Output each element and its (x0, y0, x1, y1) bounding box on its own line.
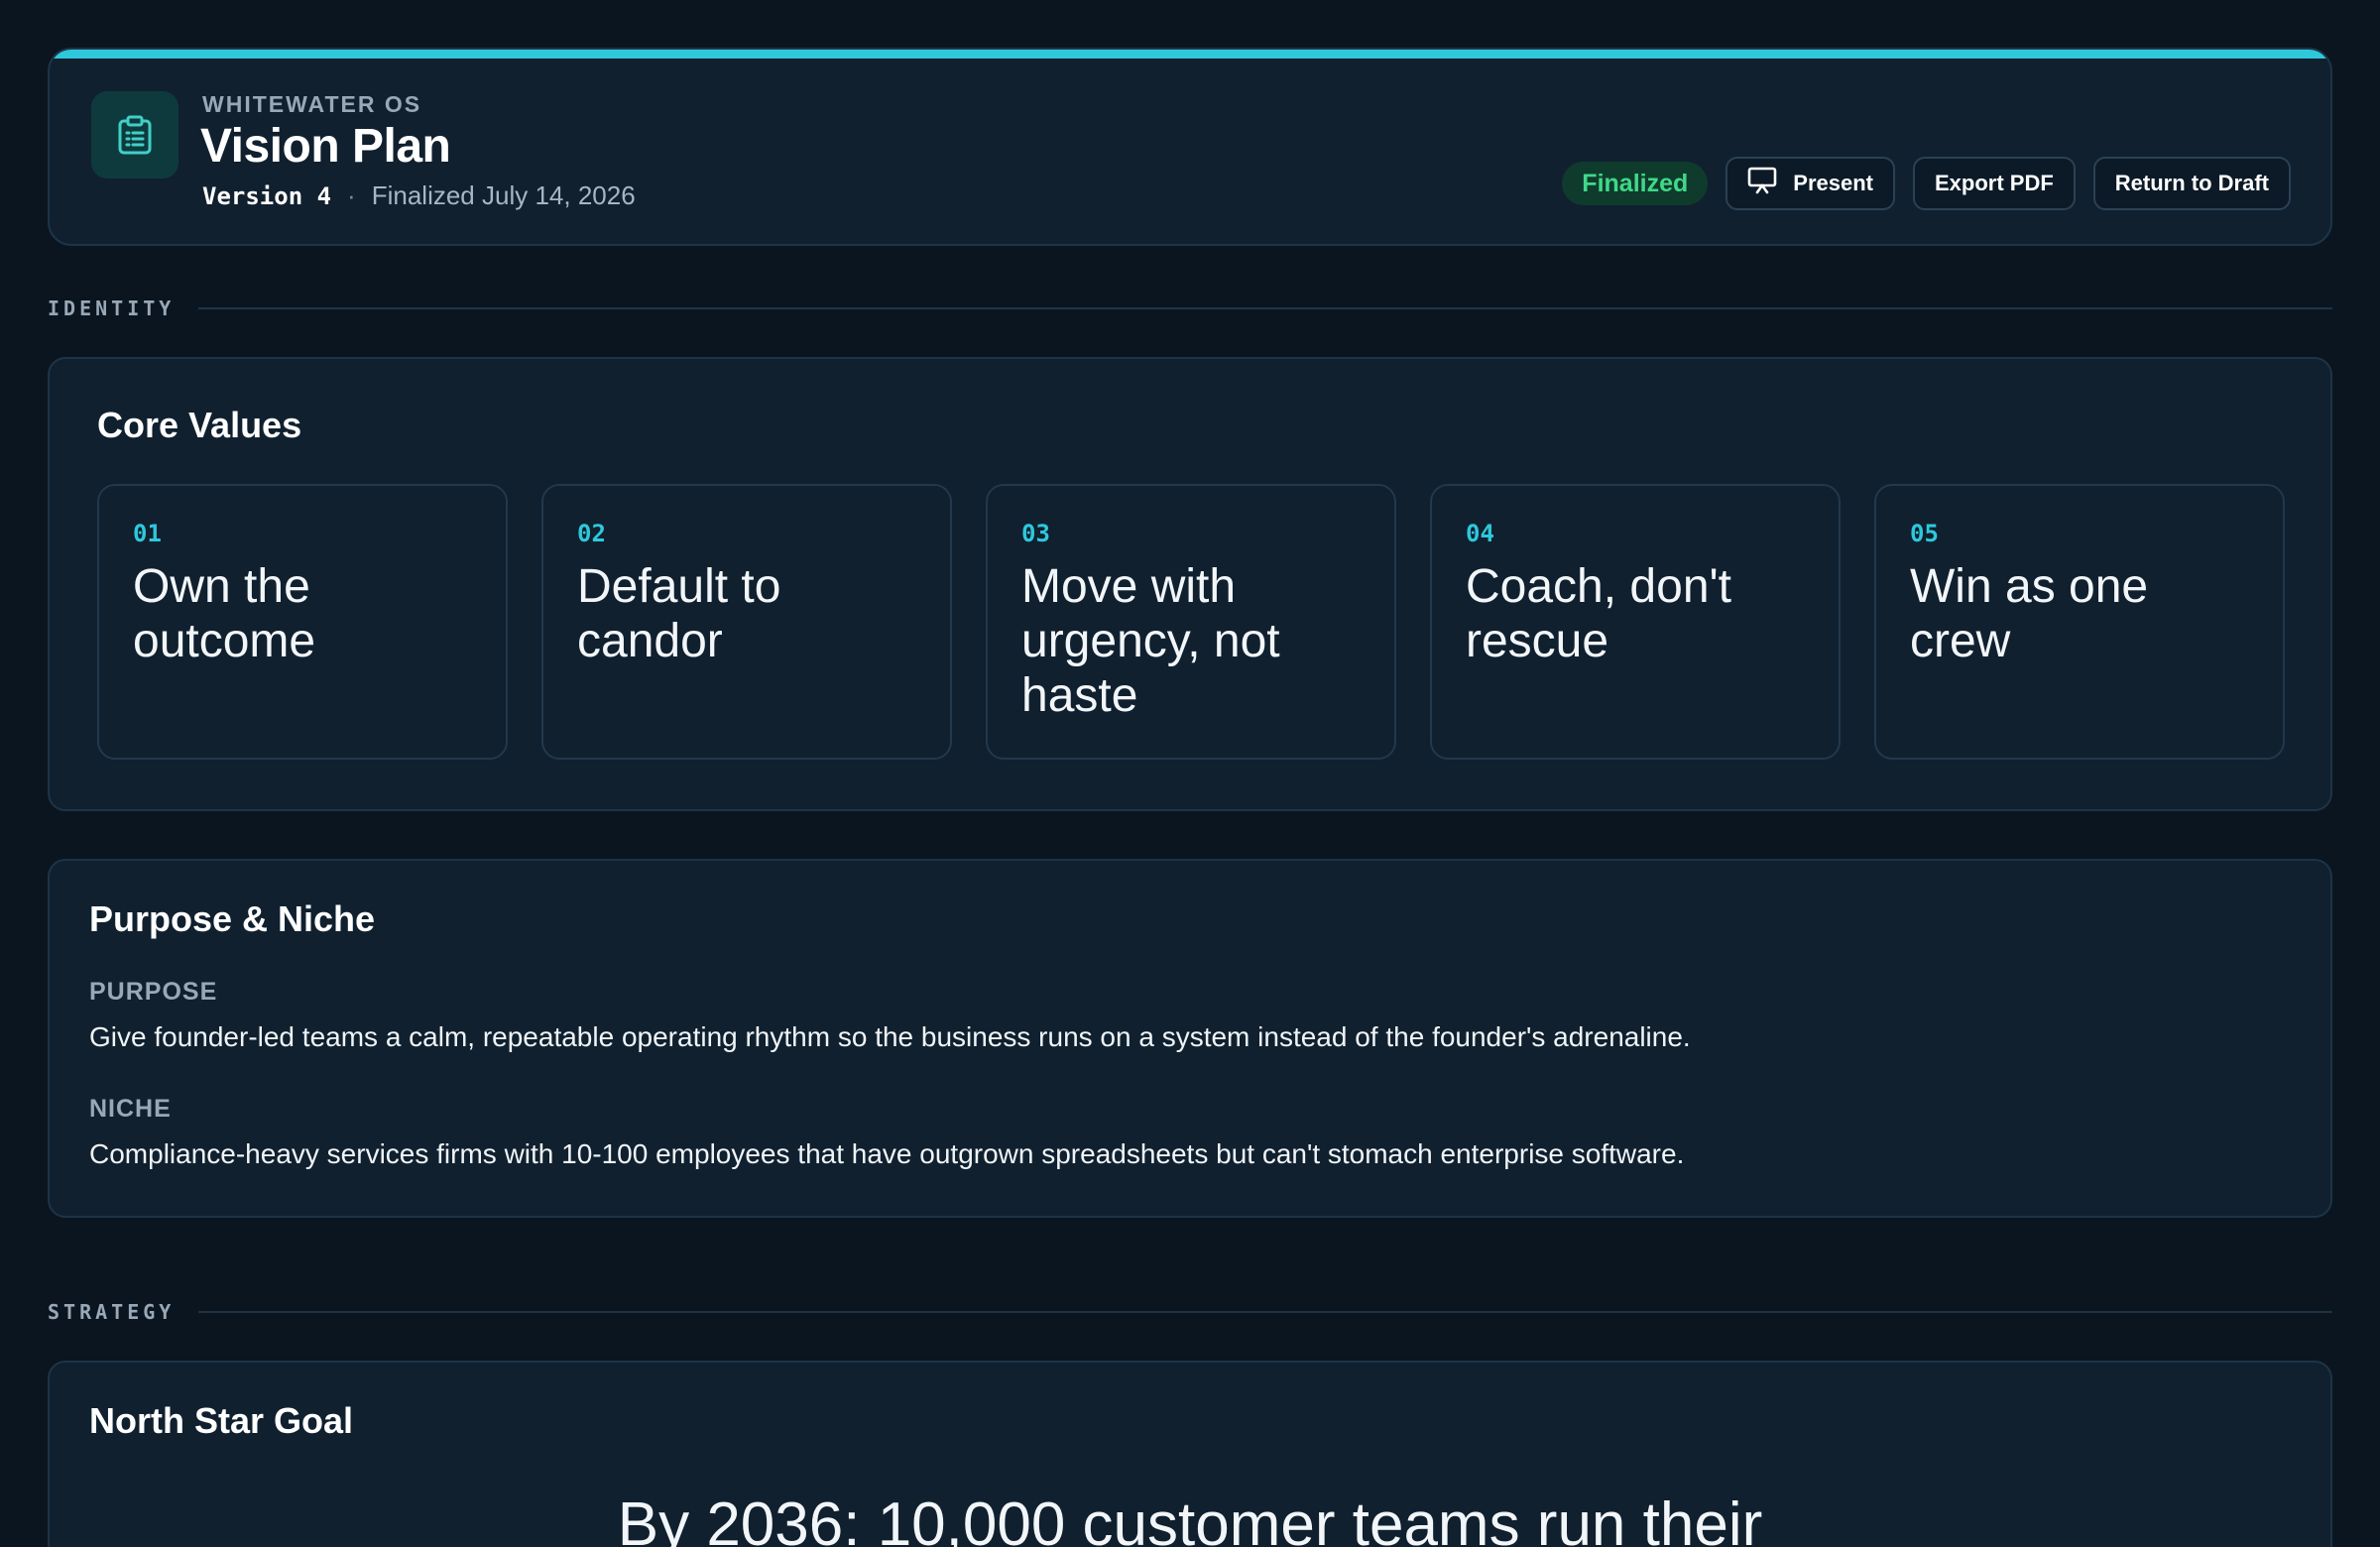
app-name: WHITEWATER OS (202, 91, 422, 117)
page-title: Vision Plan (200, 120, 451, 173)
meta-separator: · (347, 180, 356, 210)
section-label-text: STRATEGY (48, 1300, 176, 1324)
core-value-text: Win as one crew (1910, 560, 2149, 667)
export-pdf-button[interactable]: Export PDF (1912, 157, 2076, 210)
return-to-draft-button[interactable]: Return to Draft (2092, 157, 2291, 210)
status-badge: Finalized (1562, 162, 1709, 205)
core-value-number: 01 (133, 520, 162, 547)
vision-plan-page: WHITEWATER OS Vision Plan Version 4 · Fi… (0, 0, 2380, 1547)
clipboard-icon (91, 91, 178, 178)
north-star-card: North Star Goal By 2036: 10,000 customer… (48, 1361, 2332, 1547)
core-value-card: 02 Default to candor (541, 484, 952, 760)
present-button[interactable]: Present (1726, 157, 1895, 210)
north-star-title: North Star Goal (89, 1400, 354, 1441)
header-accent-bar (50, 50, 2330, 59)
core-values-title: Core Values (97, 405, 302, 445)
version-label: Version 4 (202, 181, 332, 210)
core-value-text: Own the outcome (133, 560, 316, 667)
header-card: WHITEWATER OS Vision Plan Version 4 · Fi… (48, 48, 2332, 246)
section-label-identity: IDENTITY (48, 294, 2332, 323)
core-values-card: Core Values 01 Own the outcome 02 Defaul… (48, 357, 2332, 811)
core-value-card: 05 Win as one crew (1874, 484, 2285, 760)
core-values-list: 01 Own the outcome 02 Default to candor … (97, 484, 2285, 760)
core-value-number: 02 (577, 520, 606, 547)
core-value-card: 03 Move with urgency, not haste (986, 484, 1396, 760)
return-to-draft-label: Return to Draft (2114, 171, 2269, 195)
version-meta: Version 4 · Finalized July 14, 2026 (202, 180, 636, 211)
core-value-text: Move with urgency, not haste (1021, 560, 1280, 722)
purpose-niche-card: Purpose & Niche PURPOSE Give founder-led… (48, 859, 2332, 1218)
purpose-niche-title: Purpose & Niche (89, 898, 376, 939)
section-divider (198, 307, 2332, 309)
export-pdf-label: Export PDF (1934, 171, 2054, 195)
presentation-icon (1747, 167, 1777, 200)
core-value-text: Coach, don't rescue (1466, 560, 1732, 667)
finalized-date: Finalized July 14, 2026 (371, 180, 636, 210)
core-value-text: Default to candor (577, 560, 781, 667)
purpose-text: Give founder-led teams a calm, repeatabl… (89, 1021, 1691, 1052)
section-label-text: IDENTITY (48, 297, 176, 320)
north-star-statement: By 2036: 10,000 customer teams run their (617, 1490, 1763, 1547)
core-value-card: 01 Own the outcome (97, 484, 508, 760)
niche-text: Compliance-heavy services firms with 10-… (89, 1138, 1685, 1169)
core-value-number: 03 (1021, 520, 1050, 547)
core-value-number: 05 (1910, 520, 1939, 547)
core-value-number: 04 (1466, 520, 1494, 547)
section-divider (198, 1311, 2332, 1313)
core-value-card: 04 Coach, don't rescue (1430, 484, 1841, 760)
present-label: Present (1793, 171, 1873, 195)
niche-label: NICHE (89, 1095, 172, 1123)
section-label-strategy: STRATEGY (48, 1297, 2332, 1327)
header-actions: Finalized Present Export PDF Return to D… (1562, 157, 2291, 210)
purpose-label: PURPOSE (89, 978, 218, 1006)
